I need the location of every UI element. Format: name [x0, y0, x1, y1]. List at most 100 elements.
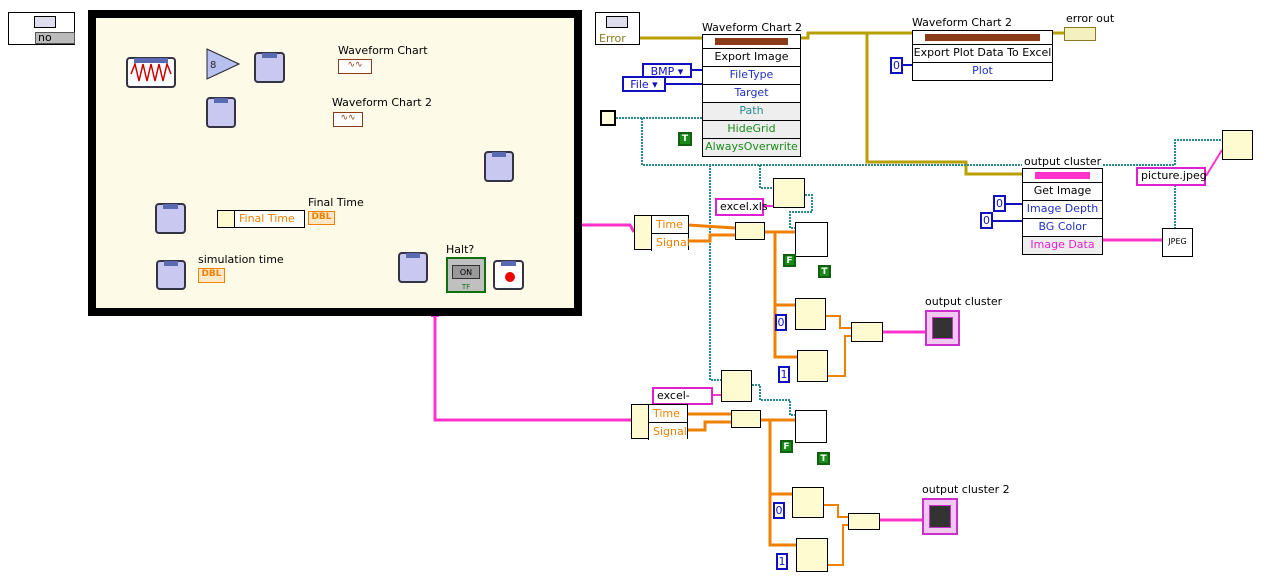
final-time-label: Final Time — [308, 196, 364, 209]
refnum-wire — [641, 118, 1022, 166]
output-cluster2-indicator[interactable] — [922, 498, 958, 535]
simulation-time-label: simulation time — [198, 253, 284, 266]
float-wire — [826, 315, 851, 329]
index-constant[interactable]: 0 — [773, 502, 785, 519]
halt-on-label: ON — [452, 265, 480, 279]
final-time-property-node[interactable]: Final Time — [217, 210, 305, 228]
float-wire — [688, 420, 731, 432]
express-vi[interactable] — [484, 151, 514, 182]
depth-constant[interactable]: 0 — [993, 195, 1006, 212]
bg-color-param[interactable]: BG Color — [1023, 218, 1102, 236]
target-ring[interactable]: File ▾ — [622, 76, 666, 92]
halt-label: Halt? — [446, 243, 475, 256]
string-wire — [1205, 149, 1223, 177]
excel-filename-constant[interactable]: excel.xls — [715, 198, 768, 216]
output-cluster-indicator[interactable] — [925, 310, 960, 346]
timer-icon[interactable] — [156, 260, 186, 290]
float-wire — [687, 223, 736, 230]
error-wire — [800, 31, 912, 40]
express-vi[interactable] — [206, 97, 236, 128]
export-image-invoke-node[interactable]: Export Image FileType Target Path HideGr… — [702, 34, 801, 157]
alwaysoverwrite-param[interactable]: AlwaysOverwrite — [703, 138, 800, 156]
write-spreadsheet-icon[interactable] — [795, 410, 827, 443]
build-path-icon[interactable] — [1222, 130, 1253, 160]
image-depth-param[interactable]: Image Depth — [1023, 200, 1102, 218]
method-name: Export Plot Data To Excel — [913, 44, 1052, 62]
float-wire — [761, 418, 792, 496]
unbundle-by-name[interactable]: Time Signal — [631, 404, 688, 440]
float-wire — [828, 524, 848, 566]
export-image-title: Waveform Chart 2 — [702, 21, 803, 34]
plot-constant[interactable]: 0 — [890, 57, 903, 74]
simulate-signal-express[interactable] — [126, 57, 176, 88]
stop-condition[interactable] — [493, 260, 524, 290]
output-cluster-label: output cluster — [925, 295, 1003, 308]
express-vi[interactable] — [398, 252, 428, 283]
float-wire — [828, 335, 851, 377]
error-cluster-tunnel[interactable]: Error — [595, 12, 640, 45]
true-constant[interactable]: T — [678, 132, 692, 146]
excel-filename-constant[interactable]: excel-1.xls — [652, 387, 713, 416]
build-array-icon[interactable] — [731, 410, 761, 428]
error-label: Error — [599, 32, 626, 45]
plot-param[interactable]: Plot — [913, 62, 1052, 80]
write-jpeg-icon[interactable]: JPEG — [1162, 228, 1193, 257]
float-wire — [765, 230, 795, 307]
index-array-icon[interactable] — [792, 487, 824, 518]
refnum-wire — [759, 165, 773, 189]
get-image-invoke-node[interactable]: Get Image Image Depth BG Color Image Dat… — [1022, 168, 1103, 255]
unbundle-by-name[interactable]: Time Signal — [634, 215, 690, 251]
image-data-param[interactable]: Image Data — [1023, 236, 1102, 254]
true-constant[interactable]: T — [817, 452, 830, 465]
refnum-wire — [1103, 139, 1222, 166]
float-wire — [688, 233, 735, 243]
build-path-icon[interactable] — [721, 370, 752, 402]
method-name: Get Image — [1023, 182, 1102, 200]
hidegrid-param[interactable]: HideGrid — [703, 120, 800, 138]
prompt-user-express[interactable] — [155, 203, 186, 234]
error-out-indicator[interactable] — [1064, 27, 1096, 41]
error-status-field[interactable]: no — [35, 32, 75, 44]
gain-multiply[interactable]: 8 — [206, 48, 240, 80]
waveform-chart-terminal[interactable]: ∿∿ — [338, 59, 372, 74]
halt-tf-label: TF — [461, 283, 471, 291]
waveform-chart2-terminal[interactable]: ∿∿ — [333, 112, 363, 127]
method-name: Export Image — [703, 48, 800, 66]
gain-value: 8 — [210, 60, 216, 71]
cluster-icon — [34, 16, 56, 28]
picture-filename-constant[interactable]: picture.jpeg — [1136, 167, 1207, 186]
simulation-time-indicator[interactable]: DBL — [198, 268, 225, 283]
build-array-icon[interactable] — [735, 222, 765, 240]
bg-color-constant[interactable]: 0 — [980, 212, 993, 229]
index-constant[interactable]: 1 — [776, 553, 788, 570]
path-param[interactable]: Path — [703, 102, 800, 120]
error-in-cluster[interactable]: no — [8, 12, 75, 45]
export-excel-invoke-node[interactable]: Export Plot Data To Excel Plot — [912, 30, 1053, 81]
bundle-icon[interactable] — [848, 513, 880, 530]
final-time-indicator[interactable]: DBL — [308, 211, 335, 225]
index-array-icon[interactable] — [796, 538, 828, 572]
export-excel-title: Waveform Chart 2 — [912, 16, 1013, 29]
index-constant[interactable]: 1 — [778, 366, 790, 383]
target-param[interactable]: Target — [703, 84, 800, 102]
float-wire — [824, 504, 848, 518]
bundle-icon[interactable] — [851, 322, 883, 342]
write-spreadsheet-icon[interactable] — [795, 222, 828, 257]
output-cluster2-label: output cluster 2 — [922, 483, 1010, 496]
true-constant[interactable]: T — [818, 265, 831, 278]
path-constant-icon[interactable] — [600, 110, 616, 126]
false-constant[interactable]: F — [783, 254, 796, 267]
waveform-chart2-label: Waveform Chart 2 — [332, 96, 433, 109]
cluster-icon — [606, 16, 628, 28]
express-vi[interactable] — [254, 52, 285, 83]
waveform-chart-label: Waveform Chart — [338, 44, 428, 57]
index-array-icon[interactable] — [795, 298, 826, 330]
filetype-param[interactable]: FileType — [703, 66, 800, 84]
index-array-icon[interactable] — [797, 350, 828, 382]
stop-icon — [505, 272, 515, 282]
build-path-icon[interactable] — [773, 178, 805, 208]
false-constant[interactable]: F — [780, 440, 793, 453]
index-constant[interactable]: 0 — [775, 314, 787, 331]
get-image-title: output cluster — [1024, 155, 1102, 168]
halt-button[interactable]: ON TF — [446, 257, 486, 293]
